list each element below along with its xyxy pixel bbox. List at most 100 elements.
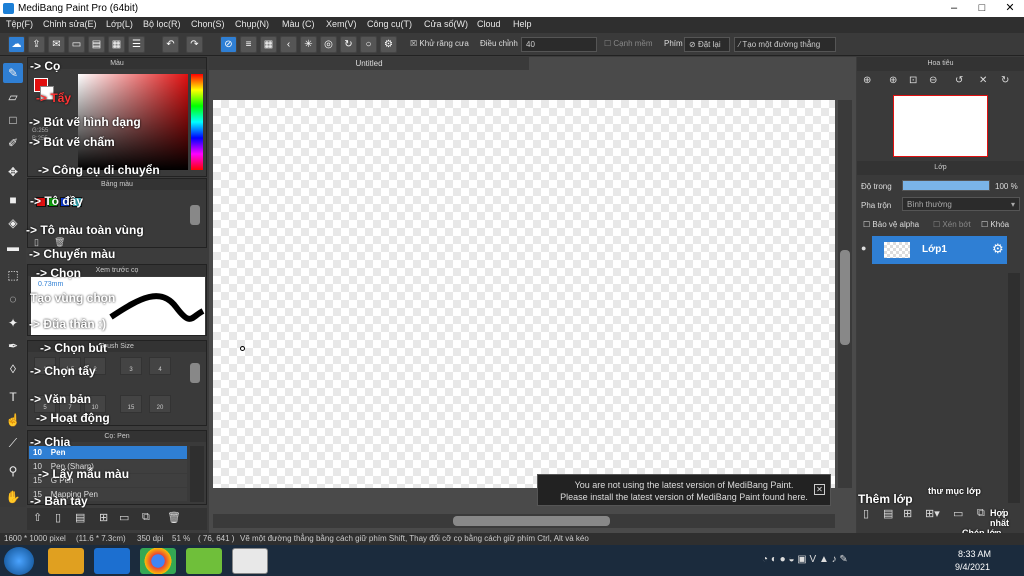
snap-settings-icon[interactable]: ⚙ xyxy=(380,36,397,53)
folder-icon[interactable]: ▭ xyxy=(119,511,129,524)
vertical-scroll-thumb[interactable] xyxy=(840,250,850,345)
soft-edge-checkbox[interactable]: ☐ Cạnh mềm xyxy=(604,39,653,48)
brush-tool-icon[interactable]: ✎ xyxy=(3,63,23,83)
redo-icon[interactable]: ↷ xyxy=(186,36,203,53)
tray-icons[interactable]: ◔ ◐ ● ◒ ▣ V ▲ ♪ ✎ xyxy=(762,554,848,565)
bucket-tool-icon[interactable]: ◈ xyxy=(3,213,23,233)
menu-edit[interactable]: Chỉnh sửa(E) xyxy=(43,19,97,29)
brush-size-cell[interactable]: 15 xyxy=(120,395,142,413)
select-tool-icon[interactable]: ⬚ xyxy=(3,265,23,285)
snap-circle-icon[interactable]: ◎ xyxy=(320,36,337,53)
add-brush-icon[interactable]: ⊞ xyxy=(99,511,108,524)
menu-window[interactable]: Cửa số(W) xyxy=(424,19,468,29)
snap-off-icon[interactable]: ⊘ xyxy=(220,36,237,53)
list-icon[interactable]: ☰ xyxy=(128,36,145,53)
hand-tool-icon[interactable]: ✋ xyxy=(3,487,23,507)
maximize-button[interactable]: □ xyxy=(968,0,996,17)
zoom-out-icon[interactable]: ⊖ xyxy=(929,75,937,86)
layer-row[interactable]: Lớp1 ⚙ xyxy=(872,236,1007,264)
chat-icon[interactable]: ✉ xyxy=(48,36,65,53)
opacity-slider[interactable] xyxy=(902,180,990,191)
zoom-fit-icon[interactable]: ⊕ xyxy=(863,75,871,86)
minimize-button[interactable]: – xyxy=(940,0,968,17)
reset-button[interactable]: ⊘ Đặt lại xyxy=(684,37,730,52)
lock-checkbox[interactable]: ☐ Khóa xyxy=(981,220,1009,229)
reset-view-icon[interactable]: ✕ xyxy=(979,75,987,86)
blend-select[interactable]: Bình thường ▾ xyxy=(902,197,1020,211)
straight-line-button[interactable]: ⁄ Tạo một đường thẳng xyxy=(734,37,836,52)
brush-size-cell[interactable]: 20 xyxy=(149,395,171,413)
page-icon[interactable]: ▤ xyxy=(88,36,105,53)
copy-layer-icon[interactable]: ⧉ xyxy=(977,507,985,520)
dot-tool-icon[interactable]: ✐ xyxy=(3,133,23,153)
add-layer-icon[interactable]: ▯ xyxy=(863,507,869,520)
add-8bit-layer-icon[interactable]: ⊞ xyxy=(903,507,912,520)
menu-snap[interactable]: Chụp(N) xyxy=(235,19,269,29)
eraser-tool-icon[interactable]: ▱ xyxy=(3,87,23,107)
menu-layer[interactable]: Lớp(L) xyxy=(106,19,133,29)
brush-size-cell[interactable]: 4 xyxy=(149,357,171,375)
close-button[interactable]: ✕ xyxy=(996,0,1024,17)
antialias-checkbox[interactable]: ☒ Khử răng cưa xyxy=(410,39,469,48)
snap-cross-icon[interactable]: ▦ xyxy=(260,36,277,53)
protect-alpha-checkbox[interactable]: ☐ Bảo vệ alpha xyxy=(863,220,919,229)
medibang-taskbar-icon[interactable] xyxy=(232,548,268,574)
horizontal-scroll-thumb[interactable] xyxy=(453,516,610,526)
media-player-icon[interactable] xyxy=(48,548,84,574)
gear-icon[interactable]: ⚙ xyxy=(992,241,1004,257)
cloud-icon[interactable]: ☁ xyxy=(8,36,25,53)
adjust-select[interactable]: 40 xyxy=(521,37,597,52)
brush-size-cell[interactable]: 3 xyxy=(120,357,142,375)
clipping-checkbox[interactable]: ☐ Xén bớt xyxy=(933,220,971,229)
undo-icon[interactable]: ↶ xyxy=(162,36,179,53)
snap-vanish-icon[interactable]: ‹ xyxy=(280,36,297,53)
menu-filter[interactable]: Bộ lọc(R) xyxy=(143,19,181,29)
rotate-left-icon[interactable]: ↺ xyxy=(955,75,963,86)
fill-tool-icon[interactable]: ■ xyxy=(3,190,23,210)
palette-scrollbar[interactable] xyxy=(190,205,200,225)
menu-tools[interactable]: Công cụ(T) xyxy=(367,19,412,29)
divide-tool-icon[interactable]: ⟋ xyxy=(3,433,23,453)
shape-tool-icon[interactable]: □ xyxy=(3,110,23,130)
comment-icon[interactable]: ▭ xyxy=(68,36,85,53)
vertical-scrollbar[interactable] xyxy=(838,100,852,488)
select-eraser-icon[interactable]: ◊ xyxy=(3,359,23,379)
notice-close-icon[interactable]: ✕ xyxy=(814,484,825,495)
share-icon[interactable]: ⇪ xyxy=(28,36,45,53)
grid-icon[interactable]: ▦ xyxy=(108,36,125,53)
menu-help[interactable]: Help xyxy=(513,19,532,29)
brush-settings-icon[interactable]: ▤ xyxy=(75,511,85,524)
upload-icon[interactable]: ⇧ xyxy=(33,511,42,524)
eyedropper-icon[interactable]: ⚲ xyxy=(3,461,23,481)
rotate-right-icon[interactable]: ↻ xyxy=(1001,75,1009,86)
new-brush-icon[interactable]: ▯ xyxy=(55,511,61,524)
copy-brush-icon[interactable]: ⧉ xyxy=(142,511,150,524)
layer-scrollbar[interactable] xyxy=(1008,273,1020,503)
lasso-tool-icon[interactable]: ◌ xyxy=(3,289,23,309)
delete-brush-icon[interactable]: 🗑 xyxy=(167,511,181,524)
chrome-icon[interactable] xyxy=(140,548,176,574)
folder-icon[interactable]: ▭ xyxy=(953,507,963,520)
text-tool-icon[interactable]: T xyxy=(3,387,23,407)
brush-size-scrollbar[interactable] xyxy=(190,363,200,383)
menu-file[interactable]: Tệp(F) xyxy=(6,19,33,29)
gradient-tool-icon[interactable]: ▬ xyxy=(3,237,23,257)
operation-tool-icon[interactable]: ☝ xyxy=(3,410,23,430)
menu-cloud[interactable]: Cloud xyxy=(477,19,501,29)
pen-scrollbar[interactable] xyxy=(190,446,204,502)
menu-view[interactable]: Xem(V) xyxy=(326,19,357,29)
document-tab[interactable]: Untitled xyxy=(209,57,529,70)
update-notice[interactable]: You are not using the latest version of … xyxy=(537,474,831,506)
layer-visibility-icon[interactable]: ● xyxy=(861,243,866,253)
horizontal-scrollbar[interactable] xyxy=(213,514,835,528)
snap-parallel-icon[interactable]: ≡ xyxy=(240,36,257,53)
internet-explorer-icon[interactable] xyxy=(94,548,130,574)
start-button[interactable] xyxy=(4,547,34,575)
add-layer-menu-icon[interactable]: ⊞▾ xyxy=(925,507,940,520)
zoom-actual-icon[interactable]: ⊡ xyxy=(909,75,917,86)
select-pen-icon[interactable]: ✒ xyxy=(3,336,23,356)
snap-ellipse-icon[interactable]: ○ xyxy=(360,36,377,53)
move-tool-icon[interactable]: ✥ xyxy=(3,162,23,182)
snap-curve-icon[interactable]: ↻ xyxy=(340,36,357,53)
zoom-in-icon[interactable]: ⊕ xyxy=(889,75,897,86)
